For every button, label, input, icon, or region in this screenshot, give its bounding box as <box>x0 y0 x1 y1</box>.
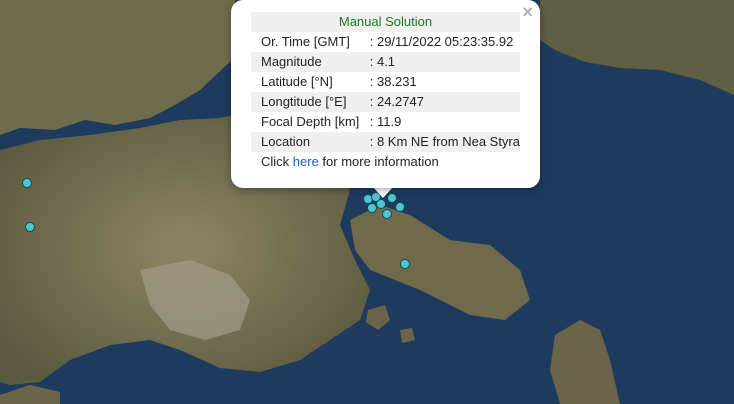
info-label: Focal Depth [km] <box>261 114 360 129</box>
table-row: Location : 8 Km NE from Nea Styra <box>251 132 520 152</box>
earthquake-info-popup: × Manual Solution Or. Time [GMT] : 29/11… <box>231 0 540 188</box>
info-label: Magnitude <box>251 52 370 72</box>
table-row: Or. Time [GMT] : 29/11/2022 05:23:35.92 <box>251 32 520 52</box>
info-label: Longtitude [°E] <box>251 92 370 112</box>
earthquake-marker[interactable] <box>400 259 410 269</box>
info-label: Latitude [°N] <box>261 74 333 89</box>
earthquake-marker[interactable] <box>395 202 405 212</box>
earthquake-marker[interactable] <box>22 178 32 188</box>
info-label: Location <box>251 132 370 152</box>
more-info-suffix: for more information <box>318 154 439 169</box>
info-value: : 38.231 <box>369 74 417 89</box>
more-info-line: Click here for more information <box>251 152 520 172</box>
close-icon[interactable]: × <box>522 3 533 21</box>
earthquake-marker[interactable] <box>382 209 392 219</box>
table-row: Latitude [°N] : 38.231 <box>251 72 520 92</box>
info-value: : 4.1 <box>369 52 520 72</box>
info-value: : 24.2747 <box>369 92 520 112</box>
earthquake-info-table: Or. Time [GMT] : 29/11/2022 05:23:35.92 … <box>251 32 520 152</box>
info-value: : 11.9 <box>369 114 402 129</box>
earthquake-marker[interactable] <box>376 199 386 209</box>
table-row: Longtitude [°E] : 24.2747 <box>251 92 520 112</box>
info-value: : 29/11/2022 05:23:35.92 <box>369 34 514 49</box>
earthquake-marker[interactable] <box>25 222 35 232</box>
info-label: Or. Time [GMT] <box>261 34 350 49</box>
table-row: Magnitude : 4.1 <box>251 52 520 72</box>
popup-title: Manual Solution <box>251 12 520 32</box>
info-value: : 8 Km NE from Nea Styra <box>369 132 520 152</box>
more-info-prefix: Click <box>261 154 293 169</box>
table-row: Focal Depth [km] : 11.9 <box>251 112 520 132</box>
more-info-link[interactable]: here <box>293 154 319 169</box>
